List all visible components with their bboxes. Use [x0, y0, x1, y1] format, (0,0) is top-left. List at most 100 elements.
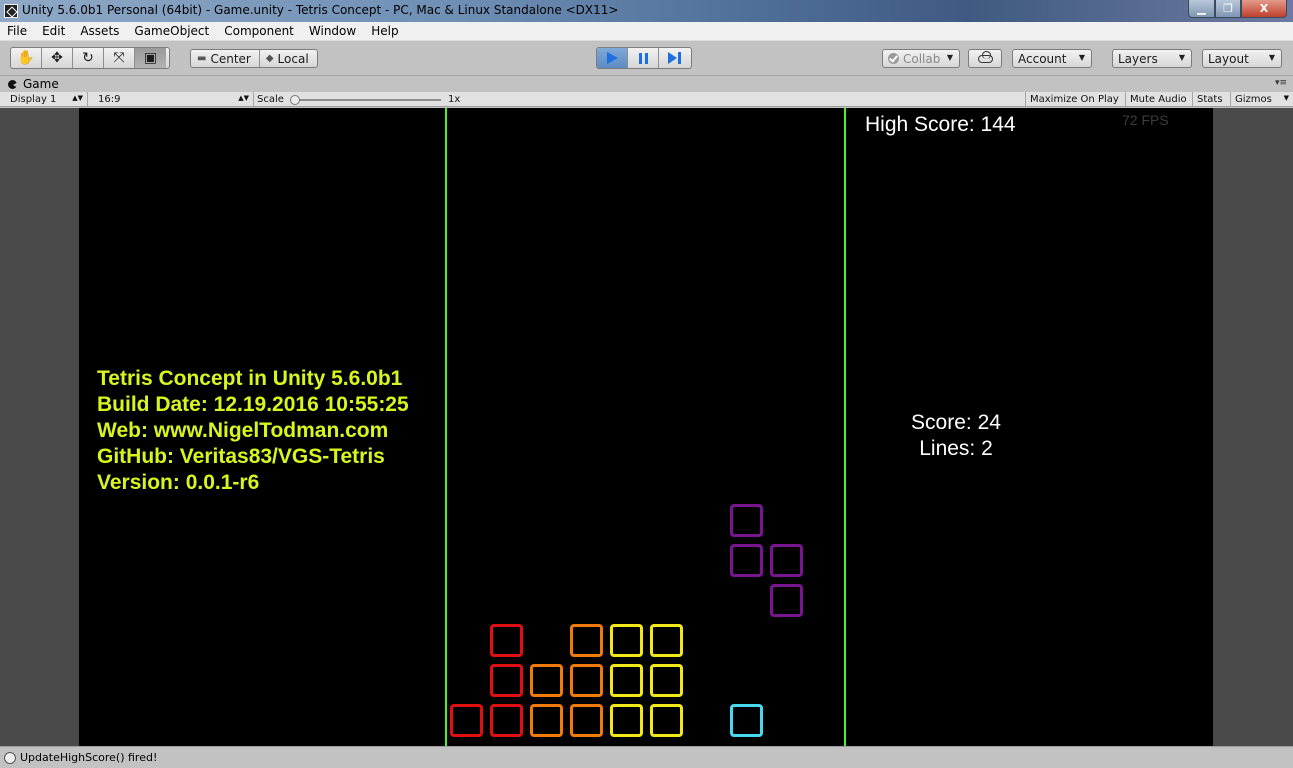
tetris-block	[570, 664, 603, 697]
tetris-block	[730, 704, 763, 737]
tetris-block	[490, 704, 523, 737]
stats-toggle[interactable]: Stats	[1192, 92, 1227, 107]
chevron-down-icon: ▼	[1268, 53, 1275, 62]
move-tool-button[interactable]: ✥	[42, 48, 73, 68]
account-dropdown[interactable]: Account ▼	[1012, 49, 1092, 68]
scale-tool-button[interactable]: ⤧	[104, 48, 135, 68]
cloud-icon	[977, 50, 993, 63]
window-title: Unity 5.6.0b1 Personal (64bit) - Game.un…	[22, 3, 619, 17]
window-controls: ▁ ❐ X	[1188, 0, 1287, 18]
menu-gameobject[interactable]: GameObject	[134, 24, 209, 38]
game-viewport[interactable]: High Score: 144 72 FPS Tetris Concept in…	[0, 108, 1293, 746]
layout-label: Layout	[1208, 51, 1249, 66]
scale-slider-thumb[interactable]	[290, 95, 300, 105]
rect-tool-button[interactable]: ▣	[135, 48, 166, 68]
tetris-block	[730, 544, 763, 577]
tetris-block	[650, 704, 683, 737]
menu-help[interactable]: Help	[371, 24, 398, 38]
scale-slider-track[interactable]	[295, 99, 441, 101]
chevron-down-icon: ▼	[946, 53, 953, 62]
tetris-block	[490, 664, 523, 697]
tetris-block	[490, 624, 523, 657]
step-icon	[668, 52, 681, 64]
menu-file[interactable]: File	[7, 24, 27, 38]
layout-dropdown[interactable]: Layout ▼	[1202, 49, 1282, 68]
main-toolbar: ✋ ✥ ↻ ⤧ ▣ ▬ Center ◆ Local Collab ▼ Acco…	[0, 41, 1293, 76]
tetris-block	[610, 664, 643, 697]
aspect-label: 16:9	[98, 94, 121, 105]
game-view-toolbar: Display 1 ▲▼ 16:9 ▲▼ Scale 1x Maximize O…	[0, 92, 1293, 107]
transform-tools: ✋ ✥ ↻ ⤧ ▣	[10, 47, 170, 69]
rect-icon: ▣	[143, 50, 158, 66]
scale-value: 1x	[448, 94, 461, 105]
lines-text: Lines: 2	[919, 437, 993, 460]
menu-window[interactable]: Window	[309, 24, 356, 38]
high-score-text: High Score: 144	[865, 113, 1016, 136]
info-icon	[4, 752, 16, 764]
chevron-down-icon: ▼	[1078, 53, 1085, 62]
collab-label: Collab	[903, 51, 941, 66]
display-dropdown[interactable]: Display 1 ▲▼	[0, 92, 88, 107]
console-status-bar[interactable]: UpdateHighScore() fired!	[0, 746, 1293, 768]
hand-tool-button[interactable]: ✋	[11, 48, 42, 68]
playback-controls	[596, 47, 692, 69]
pivot-local-button[interactable]: ◆ Local	[260, 50, 317, 67]
step-button[interactable]	[659, 48, 690, 68]
game-view-icon	[8, 79, 18, 89]
info-line: Build Date: 12.19.2016 10:55:25	[97, 393, 409, 416]
info-line: GitHub: Veritas83/VGS-Tetris	[97, 445, 385, 468]
pivot-center-label: Center	[210, 51, 251, 66]
pause-button[interactable]	[628, 48, 659, 68]
tetris-block	[450, 704, 483, 737]
tetris-block	[570, 624, 603, 657]
up-down-arrow-icon: ▲▼	[72, 94, 83, 102]
tetris-block	[730, 504, 763, 537]
info-line: Tetris Concept in Unity 5.6.0b1	[97, 367, 403, 390]
up-down-arrow-icon: ▲▼	[238, 94, 249, 102]
aspect-dropdown[interactable]: 16:9 ▲▼	[88, 92, 254, 107]
menu-assets[interactable]: Assets	[80, 24, 119, 38]
tetris-block	[610, 624, 643, 657]
maximize-button[interactable]: ❐	[1215, 0, 1241, 18]
tetris-block	[650, 624, 683, 657]
collab-dropdown[interactable]: Collab ▼	[882, 49, 960, 68]
minimize-button[interactable]: ▁	[1188, 0, 1215, 18]
right-wall	[844, 108, 846, 746]
tetris-block	[650, 664, 683, 697]
cloud-services-button[interactable]	[968, 49, 1002, 68]
mute-audio-toggle[interactable]: Mute Audio	[1125, 92, 1191, 107]
tetris-block	[530, 664, 563, 697]
gizmos-dropdown[interactable]: Gizmos ▼	[1230, 92, 1293, 107]
tab-game-label: Game	[23, 77, 59, 91]
display-label: Display 1	[10, 94, 57, 105]
hand-icon: ✋	[17, 50, 35, 66]
tab-game[interactable]: Game	[0, 76, 74, 92]
collab-check-icon	[888, 53, 899, 64]
game-screen[interactable]: High Score: 144 72 FPS Tetris Concept in…	[79, 108, 1213, 746]
tab-menu-icon[interactable]: ▾≡	[1275, 78, 1287, 88]
unity-editor-window: Unity 5.6.0b1 Personal (64bit) - Game.un…	[0, 0, 1293, 768]
pivot-center-icon: ▬	[197, 53, 207, 64]
scale-label: Scale	[257, 94, 284, 105]
rotate-tool-button[interactable]: ↻	[73, 48, 104, 68]
chevron-down-icon: ▼	[1283, 94, 1289, 102]
tetris-block	[570, 704, 603, 737]
pivot-center-button[interactable]: ▬ Center	[191, 50, 260, 67]
score-text: Score: 24	[911, 411, 1001, 434]
play-button[interactable]	[597, 48, 628, 68]
menu-bar: File Edit Assets GameObject Component Wi…	[0, 22, 1293, 41]
tetris-block	[530, 704, 563, 737]
close-button[interactable]: X	[1241, 0, 1287, 18]
menu-component[interactable]: Component	[224, 24, 294, 38]
account-label: Account	[1018, 51, 1067, 66]
maximize-on-play-toggle[interactable]: Maximize On Play	[1025, 92, 1123, 107]
layers-dropdown[interactable]: Layers ▼	[1112, 49, 1192, 68]
cube-icon: ◆	[265, 53, 274, 64]
play-icon	[606, 52, 618, 64]
gizmos-label: Gizmos	[1235, 94, 1272, 105]
build-info: Tetris Concept in Unity 5.6.0b1 Build Da…	[97, 366, 409, 496]
pivot-local-label: Local	[277, 51, 309, 66]
menu-edit[interactable]: Edit	[42, 24, 65, 38]
info-line: Version: 0.0.1-r6	[97, 471, 260, 494]
tetris-block	[770, 544, 803, 577]
